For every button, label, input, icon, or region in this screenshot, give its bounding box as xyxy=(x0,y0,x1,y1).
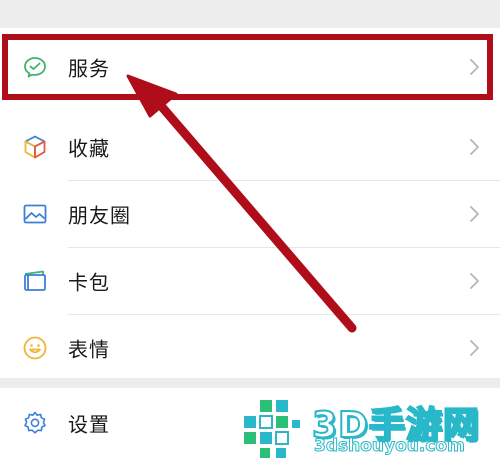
gear-icon xyxy=(24,411,46,434)
favorites-cube-icon xyxy=(24,135,46,159)
menu-item-card-wallet[interactable]: 卡包 xyxy=(0,248,500,314)
menu-list: 服务 收藏 朋友圈 卡包 表情 xyxy=(0,28,500,378)
card-wallet-icon xyxy=(24,270,46,291)
menu-item-service[interactable]: 服务 xyxy=(0,34,500,100)
sticker-smiley-icon xyxy=(23,336,47,360)
top-gap xyxy=(0,0,500,28)
menu-item-label: 服务 xyxy=(68,56,110,81)
service-chat-icon xyxy=(24,57,46,78)
watermark: 3D手游网 3dshouyou.com xyxy=(240,396,498,462)
chevron-right-icon xyxy=(470,273,479,289)
menu-item-label: 卡包 xyxy=(68,270,110,295)
menu-item-label: 设置 xyxy=(68,412,110,437)
watermark-logo-icon xyxy=(244,400,300,458)
menu-item-moments[interactable]: 朋友圈 xyxy=(0,181,500,247)
chevron-right-icon xyxy=(470,139,479,155)
menu-item-stickers[interactable]: 表情 xyxy=(0,315,500,381)
menu-item-favorites[interactable]: 收藏 xyxy=(0,114,500,180)
watermark-url: 3dshouyou.com xyxy=(314,436,466,457)
menu-item-label: 朋友圈 xyxy=(68,203,131,228)
menu-item-label: 收藏 xyxy=(68,136,110,161)
menu-item-label: 表情 xyxy=(68,337,110,362)
chevron-right-icon xyxy=(470,206,479,222)
chevron-right-icon xyxy=(470,59,479,75)
moments-picture-icon xyxy=(23,204,47,224)
chevron-right-icon xyxy=(470,340,479,356)
